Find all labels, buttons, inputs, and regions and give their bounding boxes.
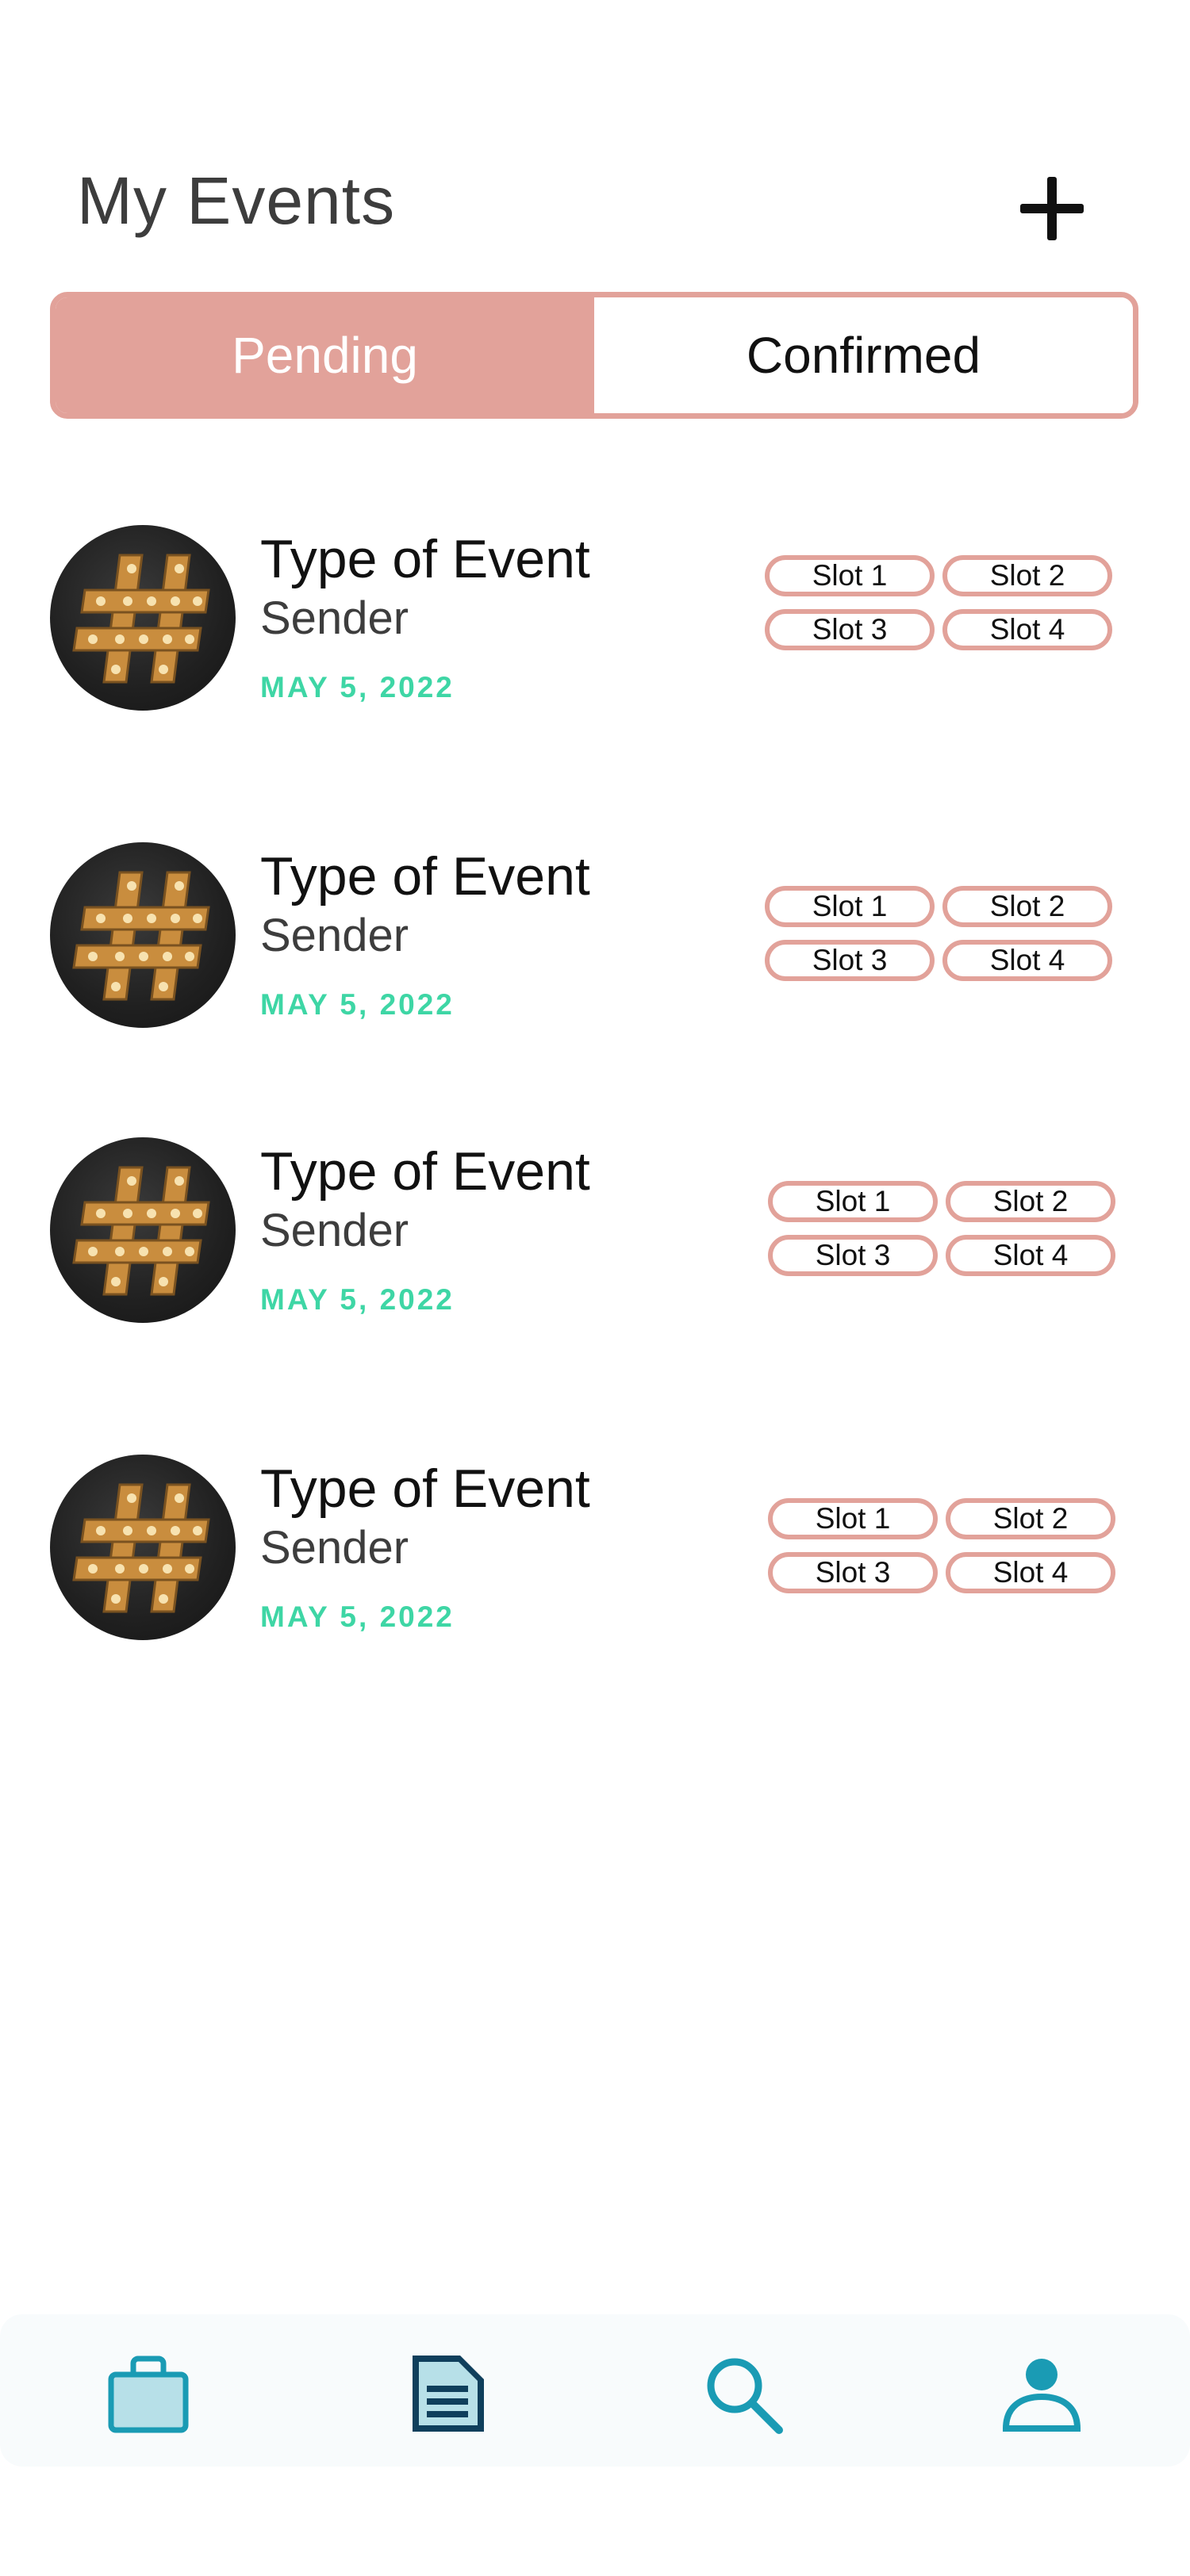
event-date: MAY 5, 2022 (260, 1600, 455, 1633)
event-list-item[interactable]: Type of Event Sender MAY 5, 2022 Slot 1 … (0, 525, 1190, 731)
briefcase-icon (108, 2356, 189, 2433)
slot-4-button[interactable]: Slot 4 (946, 1552, 1115, 1593)
slot-1-button[interactable]: Slot 1 (765, 555, 935, 596)
event-date: MAY 5, 2022 (260, 671, 455, 703)
nav-profile[interactable] (998, 2351, 1085, 2438)
event-avatar (50, 1455, 236, 1640)
nav-briefcase[interactable] (105, 2351, 192, 2438)
slot-3-button[interactable]: Slot 3 (768, 1235, 938, 1276)
page-title: My Events (77, 163, 396, 238)
slot-4-button[interactable]: Slot 4 (942, 609, 1112, 650)
slot-1-button[interactable]: Slot 1 (768, 1181, 938, 1222)
hashtag-icon (72, 1483, 210, 1613)
slot-3-button[interactable]: Slot 3 (765, 940, 935, 981)
nav-documents[interactable] (403, 2351, 490, 2438)
event-avatar (50, 842, 236, 1028)
hashtag-icon (72, 1166, 210, 1296)
slot-4-button[interactable]: Slot 4 (942, 940, 1112, 981)
add-event-button[interactable] (1014, 171, 1090, 247)
hashtag-icon (72, 554, 210, 684)
slot-3-button[interactable]: Slot 3 (765, 609, 935, 650)
event-type: Type of Event (260, 1141, 590, 1202)
status-segmented-control: Pending Confirmed (50, 292, 1138, 419)
slot-3-button[interactable]: Slot 3 (768, 1552, 938, 1593)
event-avatar (50, 525, 236, 711)
slot-4-button[interactable]: Slot 4 (946, 1235, 1115, 1276)
event-list-item[interactable]: Type of Event Sender MAY 5, 2022 Slot 1 … (0, 842, 1190, 1048)
event-list-item[interactable]: Type of Event Sender MAY 5, 2022 Slot 1 … (0, 1455, 1190, 1661)
event-type: Type of Event (260, 529, 590, 589)
event-sender: Sender (260, 592, 409, 644)
event-type: Type of Event (260, 1459, 590, 1519)
document-icon (413, 2356, 484, 2432)
event-type: Type of Event (260, 846, 590, 907)
event-date: MAY 5, 2022 (260, 988, 455, 1021)
event-sender: Sender (260, 1205, 409, 1256)
slot-2-button[interactable]: Slot 2 (942, 555, 1112, 596)
slot-2-button[interactable]: Slot 2 (946, 1181, 1115, 1222)
header: My Events (0, 0, 1190, 270)
hashtag-icon (72, 871, 210, 1001)
event-avatar (50, 1137, 236, 1323)
slot-2-button[interactable]: Slot 2 (942, 886, 1112, 927)
bottom-navigation (0, 2314, 1190, 2467)
event-list-item[interactable]: Type of Event Sender MAY 5, 2022 Slot 1 … (0, 1137, 1190, 1344)
event-date: MAY 5, 2022 (260, 1283, 455, 1316)
event-sender: Sender (260, 1522, 409, 1574)
profile-icon (1002, 2359, 1081, 2432)
search-icon (707, 2358, 783, 2434)
nav-search[interactable] (700, 2351, 787, 2438)
slot-1-button[interactable]: Slot 1 (768, 1498, 938, 1539)
tab-confirmed[interactable]: Confirmed (594, 297, 1133, 413)
event-sender: Sender (260, 910, 409, 961)
tab-pending[interactable]: Pending (56, 297, 594, 413)
slot-2-button[interactable]: Slot 2 (946, 1498, 1115, 1539)
slot-1-button[interactable]: Slot 1 (765, 886, 935, 927)
